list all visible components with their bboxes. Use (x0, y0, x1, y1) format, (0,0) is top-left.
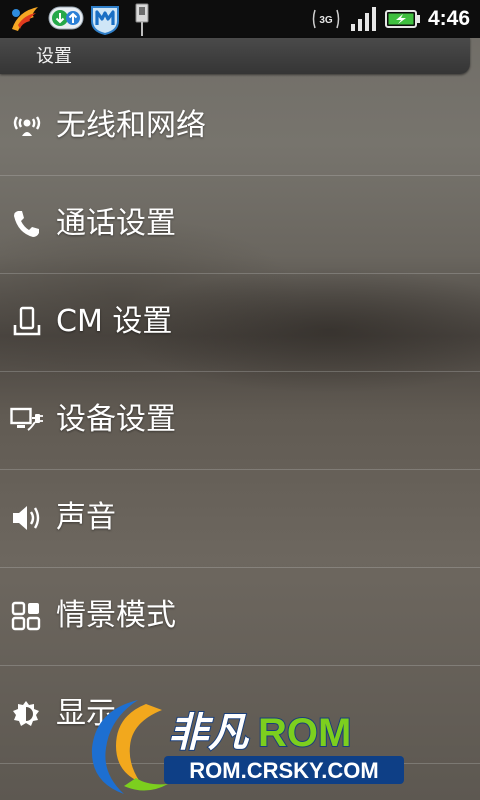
clock: 4:46 (427, 7, 470, 30)
settings-item-label: 情景模式 (56, 598, 176, 633)
settings-item-label: 无线和网络 (56, 108, 206, 143)
watermark-url: ROM.CRSKY.COM (189, 758, 378, 783)
wireless-icon (13, 116, 41, 136)
phone-icon (14, 211, 39, 237)
download-manager-icon[interactable] (48, 3, 84, 33)
monitor-plug-icon (10, 407, 43, 431)
settings-item-wireless-network[interactable]: 无线和网络 (0, 78, 480, 176)
status-bar: 3G 4:46 (0, 0, 480, 38)
settings-screen: 3G 4:46 设置 无线和网络 通话设置 CM 设置 设备设置 声音 情景模式… (0, 0, 480, 800)
settings-list: 无线和网络 通话设置 CM 设置 设备设置 声音 情景模式 显示 (0, 78, 480, 764)
device-dock-icon (13, 306, 41, 336)
usb-debug-icon (135, 3, 149, 36)
watermark-logo: 非凡 ROM ROM.CRSKY.COM (91, 700, 404, 794)
speaker-icon (13, 506, 40, 530)
app-launcher-icon[interactable] (8, 3, 44, 35)
signal-bars-icon (351, 7, 376, 31)
title-bar: 设置 (0, 38, 480, 78)
watermark-brand: 非凡 (168, 710, 250, 756)
settings-item-call[interactable]: 通话设置 (0, 176, 480, 274)
settings-item-device[interactable]: 设备设置 (0, 372, 480, 470)
settings-item-sound[interactable]: 声音 (0, 470, 480, 568)
grid-profile-icon (11, 601, 41, 631)
settings-item-cm[interactable]: CM 设置 (0, 274, 480, 372)
battery-charging-icon (385, 10, 420, 28)
3g-icon: 3G (312, 9, 340, 29)
settings-item-label: 声音 (56, 500, 116, 535)
network-type-text: 3G (319, 15, 333, 26)
settings-item-label: CM 设置 (56, 304, 173, 339)
watermark-brand-suffix: ROM (258, 711, 351, 755)
brightness-icon (13, 701, 39, 726)
settings-item-label: 通话设置 (56, 206, 176, 241)
title-tab: 设置 (0, 38, 470, 74)
settings-item-label: 设备设置 (56, 402, 176, 437)
page-title: 设置 (36, 46, 72, 67)
security-app-icon[interactable] (90, 3, 120, 35)
settings-item-profiles[interactable]: 情景模式 (0, 568, 480, 666)
